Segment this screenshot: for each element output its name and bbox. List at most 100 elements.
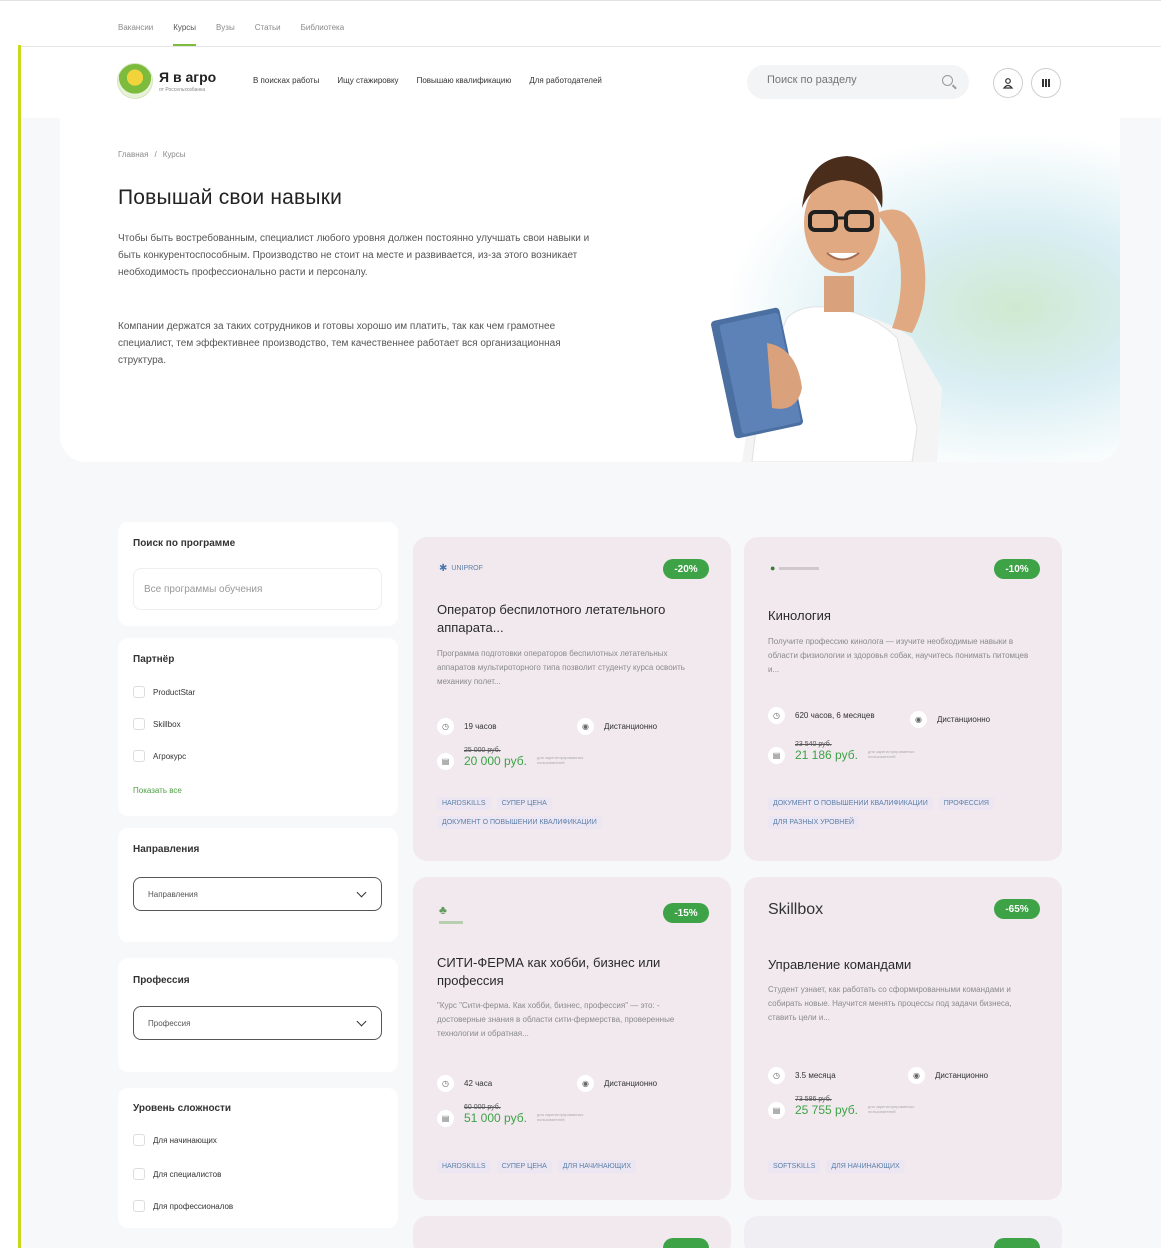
partner-logo: Skillbox xyxy=(768,901,824,918)
course-tag[interactable]: HARDSKILLS xyxy=(437,797,491,810)
course-tag[interactable]: ДЛЯ НАЧИНАЮЩИХ xyxy=(557,1160,637,1173)
discount-badge: -65% xyxy=(994,899,1040,919)
partner-checkbox-agrokurs[interactable]: Агрокурс xyxy=(133,750,186,762)
location-icon: ◉ xyxy=(577,1075,594,1092)
level-filter-card: Уровень сложности Для начинающих Для спе… xyxy=(118,1088,398,1228)
course-tag[interactable]: ДОКУМЕНТ О ПОВЫШЕНИИ КВАЛИФИКАЦИИ xyxy=(437,816,602,829)
checkbox-label: Skillbox xyxy=(153,719,181,729)
profession-filter-card: Профессия Профессия xyxy=(118,958,398,1072)
profession-select[interactable]: Профессия xyxy=(133,1006,382,1040)
course-tags: HARDSKILLS СУПЕР ЦЕНА ДОКУМЕНТ О ПОВЫШЕН… xyxy=(437,797,717,829)
discount-badge xyxy=(994,1238,1040,1248)
course-card[interactable]: Skillbox -65% Управление командами Студе… xyxy=(744,877,1062,1200)
course-format: ◉ Дистанционно xyxy=(908,1067,988,1084)
course-title[interactable]: Кинология xyxy=(768,607,1040,625)
partner-logo: ♣ xyxy=(439,903,463,924)
partner-logo-text xyxy=(439,921,463,924)
checkbox[interactable] xyxy=(133,1168,145,1180)
tab-courses[interactable]: Курсы xyxy=(173,23,196,46)
course-duration: ◷ 620 часов, 6 месяцев xyxy=(768,707,888,724)
old-price: 73 586 руб. xyxy=(795,1096,832,1103)
course-tags: SOFTSKILLS ДЛЯ НАЧИНАЮЩИХ xyxy=(768,1160,1048,1173)
checkbox-label: Для профессионалов xyxy=(153,1201,234,1211)
top-tabs: Вакансии Курсы Вузы Статьи Библиотека xyxy=(118,23,345,46)
checkbox[interactable] xyxy=(133,718,145,730)
hero-paragraph-1: Чтобы быть востребованным, специалист лю… xyxy=(118,233,590,278)
breadcrumb-current: Курсы xyxy=(162,150,186,159)
page-title: Повышай свои навыки xyxy=(118,186,343,209)
new-price: 20 000 руб. xyxy=(464,754,527,768)
course-card[interactable]: ✱ UNIPROF -20% Оператор беспилотного лет… xyxy=(413,537,731,861)
breadcrumb-home[interactable]: Главная xyxy=(118,150,148,159)
nav-employers[interactable]: Для работодателей xyxy=(529,76,602,85)
breadcrumb-separator: / xyxy=(154,150,157,159)
course-format: ◉ Дистанционно xyxy=(910,711,990,728)
discount-badge: -20% xyxy=(663,559,709,579)
course-tag[interactable]: ДЛЯ РАЗНЫХ УРОВНЕЙ xyxy=(768,816,860,829)
course-tag[interactable]: HARDSKILLS xyxy=(437,1160,491,1173)
tab-library[interactable]: Библиотека xyxy=(301,23,345,32)
price-note: для зарегистрированных пользователей xyxy=(536,1112,584,1122)
program-search-input[interactable]: Все программы обучения xyxy=(133,568,382,610)
format-text: Дистанционно xyxy=(935,1071,989,1080)
wallet-icon: ▤ xyxy=(437,1110,454,1127)
direction-filter-card: Направления Направления xyxy=(118,828,398,942)
search-icon[interactable] xyxy=(942,75,953,86)
course-duration: ◷ 19 часов xyxy=(437,718,497,735)
logo-icon xyxy=(117,63,153,99)
course-tag[interactable]: ДЛЯ НАЧИНАЮЩИХ xyxy=(826,1160,905,1173)
tab-articles[interactable]: Статьи xyxy=(255,23,281,32)
wallet-icon: ▤ xyxy=(437,753,454,770)
course-tag[interactable]: ДОКУМЕНТ О ПОВЫШЕНИИ КВАЛИФИКАЦИИ xyxy=(768,797,933,810)
program-search-title: Поиск по программе xyxy=(133,538,236,549)
price-note: для зарегистрированных пользователей xyxy=(867,1104,915,1114)
new-price: 25 755 руб. xyxy=(795,1103,858,1117)
course-tag[interactable]: ПРОФЕССИЯ xyxy=(938,797,994,810)
duration-text: 620 часов, 6 месяцев xyxy=(795,710,875,720)
level-checkbox-beginners[interactable]: Для начинающих xyxy=(133,1134,217,1146)
course-price: ▤ 23 540 руб. 21 186 руб. для зарегистри… xyxy=(768,741,938,764)
course-tag[interactable]: СУПЕР ЦЕНА xyxy=(496,797,552,810)
nav-internship[interactable]: Ищу стажировку xyxy=(337,76,398,85)
nav-job-search[interactable]: В поисках работы xyxy=(253,76,319,85)
duration-text: 42 часа xyxy=(464,1079,493,1088)
course-title[interactable]: Оператор беспилотного летательного аппар… xyxy=(437,601,709,637)
user-button[interactable] xyxy=(993,68,1023,98)
checkbox-label: Для начинающих xyxy=(153,1135,217,1145)
course-card[interactable] xyxy=(413,1216,731,1248)
checkbox[interactable] xyxy=(133,686,145,698)
course-title[interactable]: СИТИ-ФЕРМА как хобби, бизнес или професс… xyxy=(437,954,709,990)
tab-universities[interactable]: Вузы xyxy=(216,23,235,32)
course-card[interactable] xyxy=(744,1216,1062,1248)
partner-checkbox-skillbox[interactable]: Skillbox xyxy=(133,718,181,730)
partner-icon: ♣ xyxy=(439,903,447,917)
menu-button[interactable] xyxy=(1031,68,1061,98)
level-checkbox-professionals[interactable]: Для профессионалов xyxy=(133,1200,233,1212)
checkbox[interactable] xyxy=(133,750,145,762)
show-all-partners-link[interactable]: Показать все xyxy=(133,786,182,795)
partner-name: UNIPROF xyxy=(451,565,483,572)
hero-section: Главная / Курсы Повышай свои навыки Чтоб… xyxy=(60,118,1120,462)
tab-vacancies[interactable]: Вакансии xyxy=(118,23,153,32)
course-card[interactable]: ● -10% Кинология Получите профессию кино… xyxy=(744,537,1062,861)
checkbox-label: Агрокурс xyxy=(153,751,187,761)
wallet-icon: ▤ xyxy=(768,747,785,764)
course-tag[interactable]: СУПЕР ЦЕНА xyxy=(496,1160,552,1173)
direction-select[interactable]: Направления xyxy=(133,877,382,911)
checkbox[interactable] xyxy=(133,1134,145,1146)
old-price: 25 000 руб. xyxy=(464,747,501,754)
site-logo[interactable]: Я в агро от Россельхозбанка xyxy=(117,63,216,99)
main-nav: В поисках работы Ищу стажировку Повышаю … xyxy=(253,76,602,85)
partner-checkbox-productstar[interactable]: ProductStar xyxy=(133,686,195,698)
duration-text: 3.5 месяца xyxy=(795,1071,836,1080)
section-search-input[interactable] xyxy=(767,74,927,86)
chevron-down-icon xyxy=(356,1016,367,1027)
nav-qualification[interactable]: Повышаю квалификацию xyxy=(417,76,512,85)
checkbox[interactable] xyxy=(133,1200,145,1212)
course-card[interactable]: ♣ -15% СИТИ-ФЕРМА как хобби, бизнес или … xyxy=(413,877,731,1200)
discount-badge: -10% xyxy=(994,559,1040,579)
course-tag[interactable]: SOFTSKILLS xyxy=(768,1160,821,1173)
course-title[interactable]: Управление командами xyxy=(768,956,1040,974)
level-checkbox-specialists[interactable]: Для специалистов xyxy=(133,1168,221,1180)
section-search xyxy=(747,65,969,99)
